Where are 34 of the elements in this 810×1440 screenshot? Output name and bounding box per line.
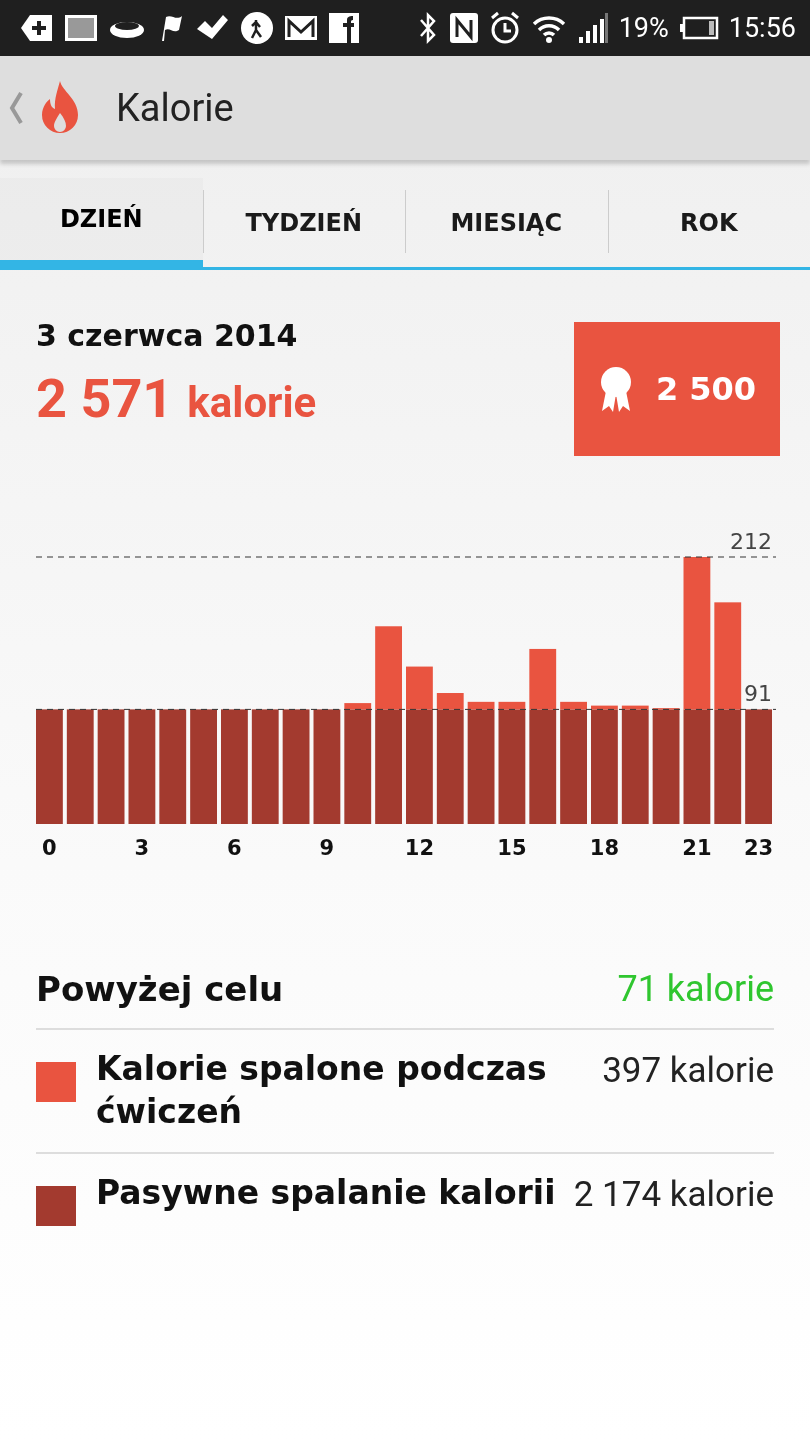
legend-label: Pasywne spalanie kalorii [96, 1171, 557, 1214]
back-icon[interactable] [8, 91, 24, 125]
alarm-icon [488, 11, 521, 45]
goal-status-value: 71 kalorie [617, 968, 774, 1010]
date-label: 3 czerwca 2014 [36, 318, 299, 353]
axis-label: 0 [42, 836, 57, 860]
legend-value: 397 kalorie [602, 1049, 774, 1093]
axis-label: 91 [744, 681, 772, 707]
calorie-unit: kalorie [187, 378, 317, 427]
battery-percentage: 19% [618, 12, 669, 44]
goal-value: 2 500 [655, 370, 757, 408]
calorie-total: 2 571 [36, 367, 174, 430]
tab[interactable]: DZIEŃ [0, 178, 203, 270]
signal-icon [576, 11, 609, 45]
axis-label: 15 [497, 836, 527, 860]
goal-status-label: Powyżej celu [36, 969, 284, 1009]
tab[interactable]: TYDZIEŃ [202, 178, 405, 270]
clock: 15:56 [728, 12, 796, 44]
app-icon [328, 11, 360, 45]
axis-label: 3 [134, 836, 150, 860]
axis-label: 212 [730, 529, 772, 554]
nfc-icon [448, 11, 479, 45]
axis-label: 9 [319, 836, 335, 860]
axis-label: 23 [743, 836, 774, 860]
legend-value: 2 174 kalorie [573, 1172, 774, 1217]
screen-title: Kalorie [116, 86, 234, 130]
axis-label: 18 [589, 836, 620, 860]
tab[interactable]: MIESIĄC [405, 178, 608, 270]
axis-label: 6 [227, 836, 242, 860]
axis-label: 21 [682, 836, 712, 860]
walker-icon [240, 11, 274, 45]
legend-label: Kalorie spalone podczas ćwiczeń [96, 1048, 548, 1133]
axis-label: 12 [404, 836, 435, 860]
tab[interactable]: ROK [607, 178, 810, 270]
